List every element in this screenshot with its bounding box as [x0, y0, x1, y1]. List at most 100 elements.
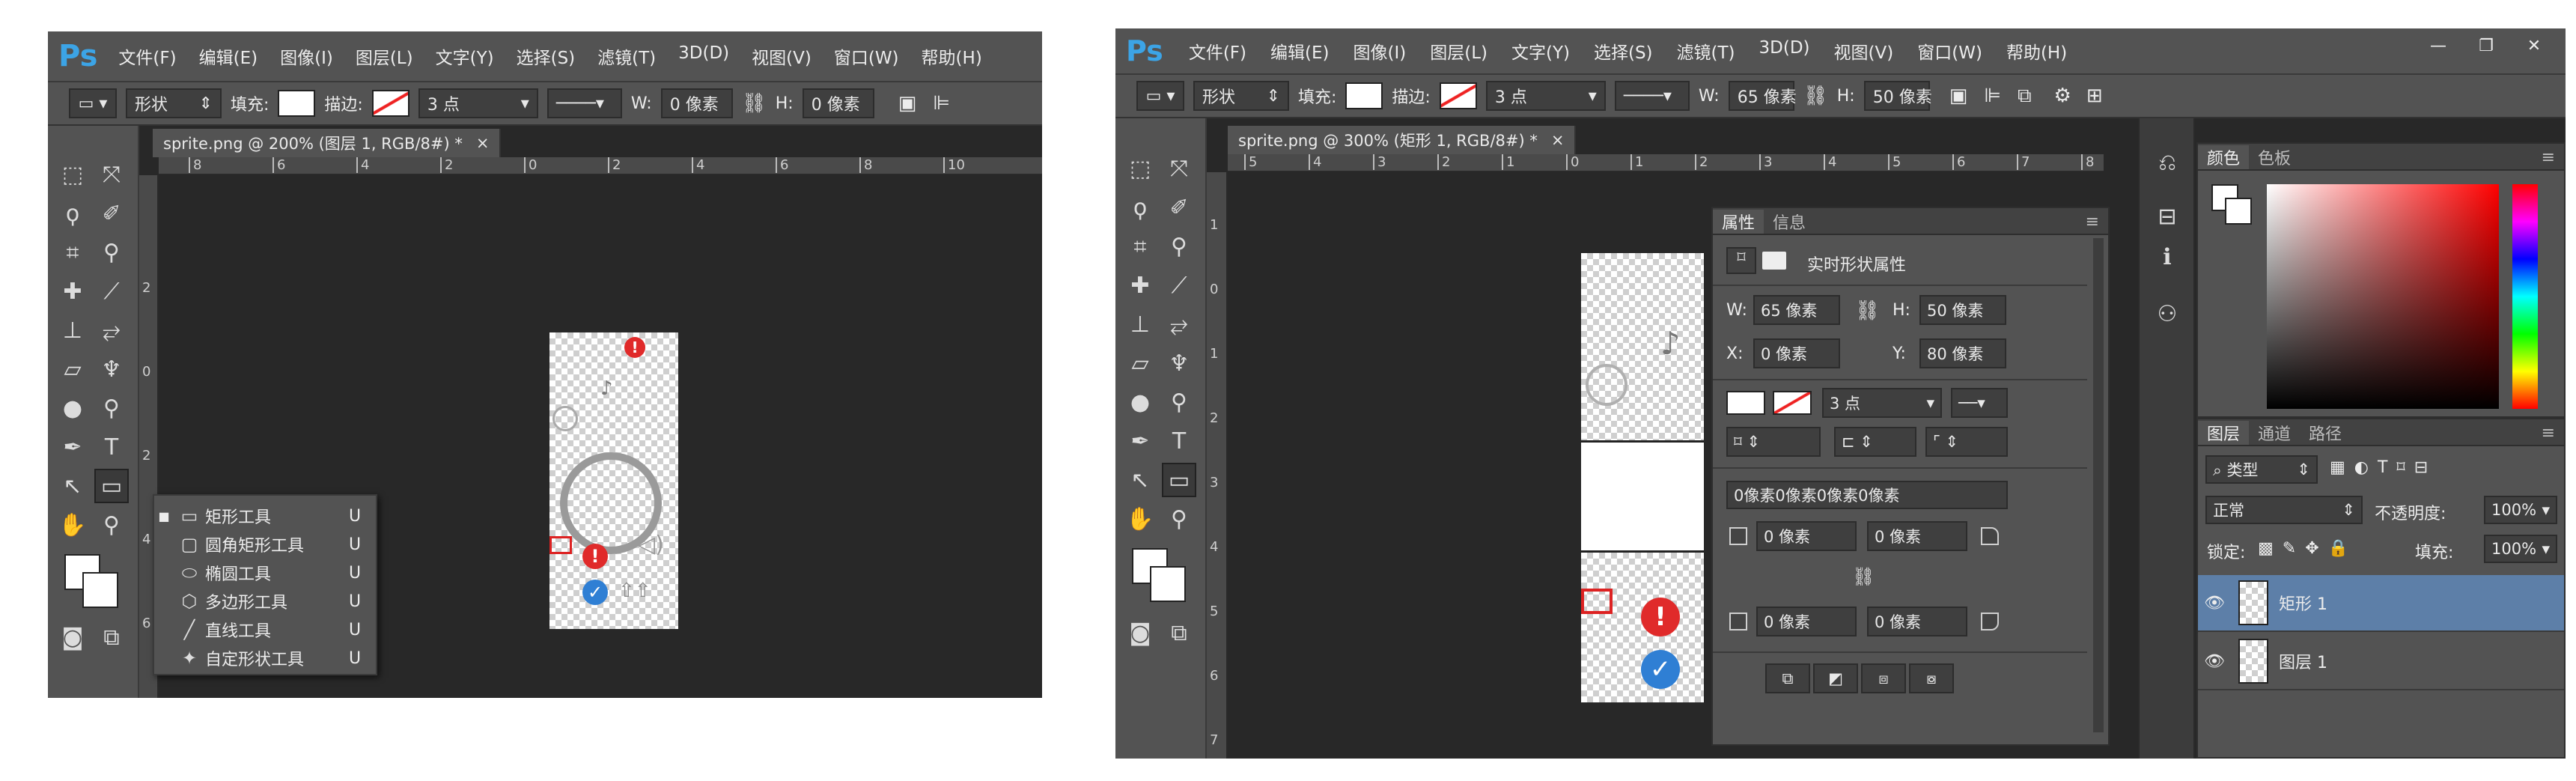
history-panel-icon[interactable]: ⎌	[2150, 145, 2184, 180]
menu-item-2[interactable]: 图像(I)	[1353, 38, 1406, 64]
prop-stroke-swatch[interactable]	[1773, 391, 1812, 415]
align-edges-icon[interactable]: ⊞	[2086, 85, 2103, 107]
path-arrange-icon[interactable]: ⧉	[2018, 85, 2032, 108]
menu-item-10[interactable]: 帮助(H)	[2006, 38, 2067, 64]
clone-stamp-tool-icon[interactable]: ⊥	[1123, 307, 1157, 341]
dodge-tool-icon[interactable]: ⚲	[1162, 385, 1196, 419]
shape-mode-select[interactable]: 形状 ⇕	[1193, 81, 1289, 111]
minimize-button[interactable]: —	[2416, 33, 2461, 58]
flyout-item-1[interactable]: ▢ 圆角矩形工具 U	[154, 530, 376, 559]
menu-item-0[interactable]: 文件(F)	[118, 43, 176, 69]
hue-slider[interactable]	[2512, 184, 2538, 409]
stroke-align-select[interactable]: ⌑ ⇕	[1726, 427, 1821, 457]
menu-item-2[interactable]: 图像(I)	[280, 43, 333, 69]
crop-tool-icon[interactable]: ⌗	[1123, 229, 1157, 264]
exclude-overlap-button[interactable]: ⧇	[1909, 663, 1954, 693]
zoom-tool-icon[interactable]: ⚲	[94, 508, 129, 542]
menu-item-0[interactable]: 文件(F)	[1189, 38, 1246, 64]
width-field[interactable]: 0 像素	[660, 88, 733, 118]
tab-layers[interactable]: 图层	[2198, 421, 2250, 445]
combine-shapes-button[interactable]: ⧉	[1765, 663, 1810, 693]
paint-bucket-tool-icon[interactable]: ♆	[94, 352, 129, 386]
left-document-tab[interactable]: sprite.png @ 200% (图层 1, RGB/8#) * ×	[153, 129, 502, 157]
screen-mode-icon[interactable]: ⧉	[1162, 616, 1196, 650]
prop-height-field[interactable]: 50 像素	[1919, 295, 2006, 325]
link-icon[interactable]: ⛓	[1855, 300, 1880, 322]
adjustments-panel-icon[interactable]: ⊟	[2150, 199, 2184, 234]
prop-x-field[interactable]: 0 像素	[1753, 338, 1840, 368]
tab-properties[interactable]: 属性	[1713, 210, 1764, 234]
corner-tr-field[interactable]: 0 像素	[1867, 521, 1967, 551]
menu-item-7[interactable]: 3D(D)	[678, 43, 729, 69]
panel-scrollbar[interactable]	[2093, 238, 2104, 732]
stroke-type-select[interactable]: ────▾	[1614, 81, 1690, 111]
brush-tool-icon[interactable]: ⟋	[1162, 268, 1196, 303]
path-ops-icon[interactable]: ▣	[1949, 85, 1968, 107]
corner-tl-field[interactable]: 0 像素	[1756, 521, 1857, 551]
type-tool-icon[interactable]: T	[1162, 424, 1196, 458]
stroke-width-field[interactable]: 3 点 ▾	[1485, 81, 1606, 111]
prop-y-field[interactable]: 80 像素	[1919, 338, 2006, 368]
menu-item-9[interactable]: 窗口(W)	[834, 43, 899, 69]
stroke-swatch[interactable]	[371, 90, 409, 117]
menu-item-5[interactable]: 选择(S)	[517, 43, 576, 69]
height-field[interactable]: 0 像素	[802, 88, 874, 118]
panel-menu-icon[interactable]: ≡	[2533, 421, 2564, 445]
prop-stroke-type-select[interactable]: ──▾	[1951, 388, 2008, 418]
eraser-tool-icon[interactable]: ▱	[55, 352, 90, 386]
flyout-item-2[interactable]: ⬭ 椭圆工具 U	[154, 559, 376, 587]
visibility-eye-icon[interactable]: 👁	[2198, 594, 2231, 613]
tab-color[interactable]: 颜色	[2198, 145, 2250, 169]
rectangle-tool-icon[interactable]: ▭	[94, 469, 129, 503]
lasso-tool-icon[interactable]: ϙ	[55, 196, 90, 231]
corner-br-field[interactable]: 0 像素	[1867, 607, 1967, 636]
path-align-icon[interactable]: ⊫	[1984, 85, 2001, 107]
restore-button[interactable]: ❐	[2464, 33, 2509, 58]
opacity-field[interactable]: 100% ▾	[2484, 496, 2557, 524]
healing-brush-tool-icon[interactable]: ✚	[55, 274, 90, 309]
corner-bl-field[interactable]: 0 像素	[1756, 607, 1857, 636]
quick-select-tool-icon[interactable]: ✐	[94, 196, 129, 231]
paths-panel-icon[interactable]: ⚇	[2150, 297, 2184, 331]
pen-tool-icon[interactable]: ✒	[1123, 424, 1157, 458]
type-tool-icon[interactable]: T	[94, 430, 129, 464]
healing-brush-tool-icon[interactable]: ✚	[1123, 268, 1157, 303]
tab-paths[interactable]: 路径	[2300, 421, 2351, 445]
path-align-icon[interactable]: ⊫	[933, 92, 950, 115]
info-panel-icon[interactable]: ℹ	[2150, 240, 2184, 274]
history-brush-tool-icon[interactable]: ⥂	[1162, 307, 1196, 341]
layer-filter-select[interactable]: ⌕ 类型 ⇕	[2205, 455, 2318, 484]
menu-item-9[interactable]: 窗口(W)	[1917, 38, 1982, 64]
path-select-tool-icon[interactable]: ↖	[55, 469, 90, 503]
fill-swatch[interactable]	[278, 90, 316, 117]
intersect-shapes-button[interactable]: ⧈	[1861, 663, 1906, 693]
link-icon[interactable]: ⛓	[742, 92, 767, 115]
stroke-swatch[interactable]	[1439, 82, 1477, 109]
fill-swatch[interactable]	[1345, 82, 1383, 109]
menu-item-1[interactable]: 编辑(E)	[1270, 38, 1329, 64]
stroke-corners-select[interactable]: ⌜ ⇕	[1925, 427, 2008, 457]
move-tool-icon[interactable]: ⤧	[94, 157, 129, 192]
subtract-shape-button[interactable]: ◩	[1813, 663, 1858, 693]
menu-item-8[interactable]: 视图(V)	[1834, 38, 1894, 64]
visibility-eye-icon[interactable]: 👁	[2198, 652, 2231, 671]
shape-mode-select[interactable]: 形状 ⇕	[126, 88, 222, 118]
path-ops-icon[interactable]: ▣	[898, 92, 917, 115]
menu-item-3[interactable]: 图层(L)	[1430, 38, 1488, 64]
menu-item-4[interactable]: 文字(Y)	[436, 43, 494, 69]
lasso-tool-icon[interactable]: ϙ	[1123, 190, 1157, 225]
layer-row[interactable]: 👁 图层 1	[2198, 633, 2564, 690]
filter-type-icons[interactable]: ▦◐T⌑⊟	[2330, 458, 2437, 477]
saturation-brightness-field[interactable]	[2267, 184, 2499, 409]
fill-opacity-field[interactable]: 100% ▾	[2484, 535, 2557, 563]
blur-tool-icon[interactable]: ●	[1123, 385, 1157, 419]
flyout-item-3[interactable]: ⬡ 多边形工具 U	[154, 587, 376, 616]
marquee-tool-icon[interactable]: ⬚	[55, 157, 90, 192]
bg-color-chip[interactable]	[2225, 198, 2252, 225]
quick-select-tool-icon[interactable]: ✐	[1162, 190, 1196, 225]
gear-icon[interactable]: ⚙	[2054, 85, 2071, 107]
blur-tool-icon[interactable]: ●	[55, 391, 90, 425]
tool-preset-picker[interactable]: ▭ ▾	[1136, 81, 1184, 111]
quick-mask-icon[interactable]: ◙	[1123, 616, 1157, 650]
hand-tool-icon[interactable]: ✋	[55, 508, 90, 542]
